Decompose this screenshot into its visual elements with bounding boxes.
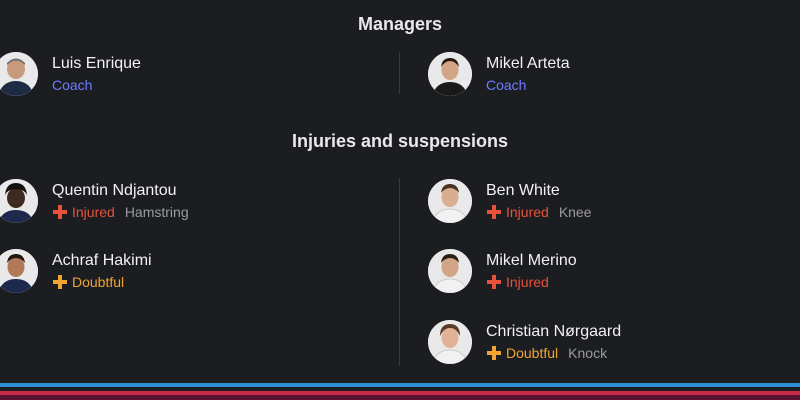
avatar [428, 52, 472, 96]
status-label: Injured [72, 204, 115, 220]
manager-home[interactable]: Luis Enrique Coach [0, 52, 141, 96]
injury-home-2[interactable]: Achraf Hakimi Doubtful [0, 249, 152, 293]
status-label: Injured [506, 204, 549, 220]
red-cross-icon [486, 274, 502, 290]
red-cross-icon [52, 204, 68, 220]
person-name: Quentin Ndjantou [52, 182, 177, 199]
person-name: Christian Nørgaard [486, 323, 622, 340]
avatar [428, 179, 472, 223]
injury-away-3[interactable]: Christian Nørgaard Doubtful Knock [428, 320, 621, 364]
person-name: Mikel Merino [486, 252, 577, 269]
manager-away[interactable]: Mikel Arteta Coach [428, 52, 570, 96]
injury-reason: Knee [558, 204, 592, 220]
managers-section-title: Managers [357, 14, 443, 34]
yellow-cross-icon [486, 345, 502, 361]
yellow-cross-icon [52, 274, 68, 290]
avatar [0, 52, 38, 96]
person-name: Mikel Arteta [486, 55, 570, 72]
status-label: Injured [506, 274, 549, 290]
avatar [428, 320, 472, 364]
role-label: Coach [486, 77, 527, 93]
injuries-section-title: Injuries and suspensions [291, 131, 509, 151]
role-label: Coach [52, 77, 93, 93]
injuries-divider [399, 178, 400, 366]
injury-away-2[interactable]: Mikel Merino Injured [428, 249, 577, 293]
footer-stripe [0, 395, 800, 400]
status-label: Doubtful [506, 345, 559, 361]
avatar [0, 249, 38, 293]
person-name: Luis Enrique [52, 55, 141, 72]
injury-away-1[interactable]: Ben White Injured Knee [428, 179, 592, 223]
injury-home-1[interactable]: Quentin Ndjantou Injured Hamstring [0, 179, 189, 223]
avatar [428, 249, 472, 293]
status-label: Doubtful [72, 274, 125, 290]
avatar [0, 179, 38, 223]
person-name: Achraf Hakimi [52, 252, 152, 269]
managers-divider [399, 52, 400, 94]
injury-reason: Knock [568, 345, 608, 361]
injury-reason: Hamstring [124, 204, 189, 220]
red-cross-icon [486, 204, 502, 220]
person-name: Ben White [486, 182, 560, 199]
